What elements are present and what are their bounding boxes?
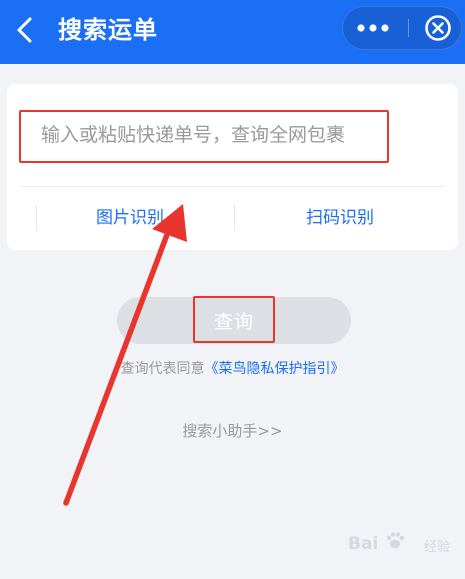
- more-dots-icon: [357, 24, 389, 32]
- baidu-watermark: Bai 经验: [348, 526, 460, 562]
- mini-program-capsule: [342, 6, 462, 50]
- query-button[interactable]: 查询: [117, 297, 351, 344]
- capsule-divider: [408, 19, 409, 37]
- option-separator-middle: [234, 205, 235, 231]
- close-button[interactable]: [414, 6, 462, 50]
- watermark-text: Bai: [348, 534, 379, 554]
- paw-logo-icon: [386, 532, 405, 549]
- privacy-agreement: 查询代表同意《菜鸟隐私保护指引》: [0, 358, 465, 378]
- navigation-bar: 搜索运单: [0, 0, 465, 64]
- card-divider: [20, 186, 445, 187]
- close-circle-icon: [425, 15, 451, 41]
- search-helper-link[interactable]: 搜索小助手>>: [0, 420, 465, 441]
- scan-code-button[interactable]: 扫码识别: [260, 203, 420, 233]
- more-button[interactable]: [342, 6, 404, 50]
- option-separator-left: [36, 205, 37, 231]
- chevron-left-icon: [17, 17, 32, 43]
- tracking-number-input[interactable]: [21, 115, 386, 155]
- agreement-prefix: 查询代表同意: [120, 361, 205, 377]
- watermark-jingyan: 经验: [424, 540, 451, 555]
- back-button[interactable]: [4, 8, 48, 52]
- page-title: 搜索运单: [58, 16, 158, 44]
- query-button-label: 查询: [213, 311, 254, 333]
- image-recognition-button[interactable]: 图片识别: [50, 203, 210, 233]
- privacy-policy-link[interactable]: 《菜鸟隐私保护指引》: [205, 361, 345, 377]
